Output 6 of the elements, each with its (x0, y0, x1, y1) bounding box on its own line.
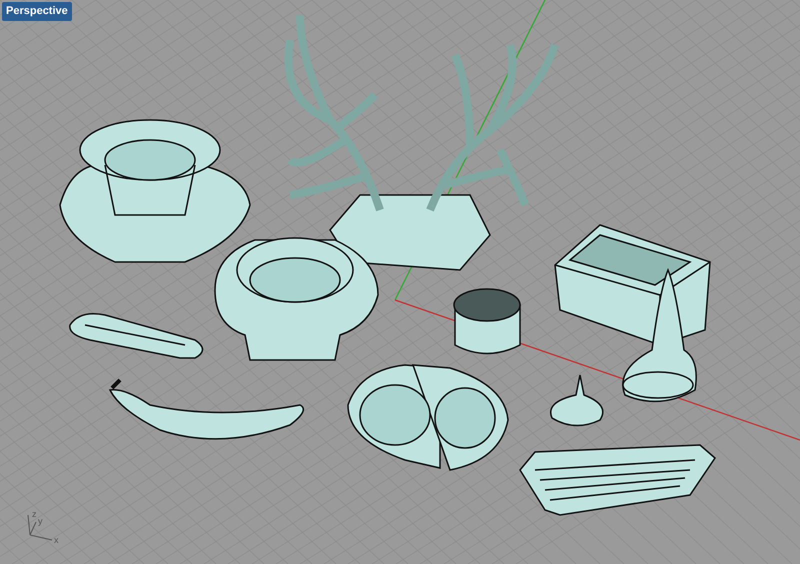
viewport-label[interactable]: Perspective (2, 2, 72, 20)
small-goblet-drawing (550, 374, 604, 426)
axis-label: z (32, 509, 36, 519)
cylinder-box-drawing (453, 288, 521, 354)
axis-label: x (54, 535, 58, 545)
axis-label: y (38, 516, 42, 526)
